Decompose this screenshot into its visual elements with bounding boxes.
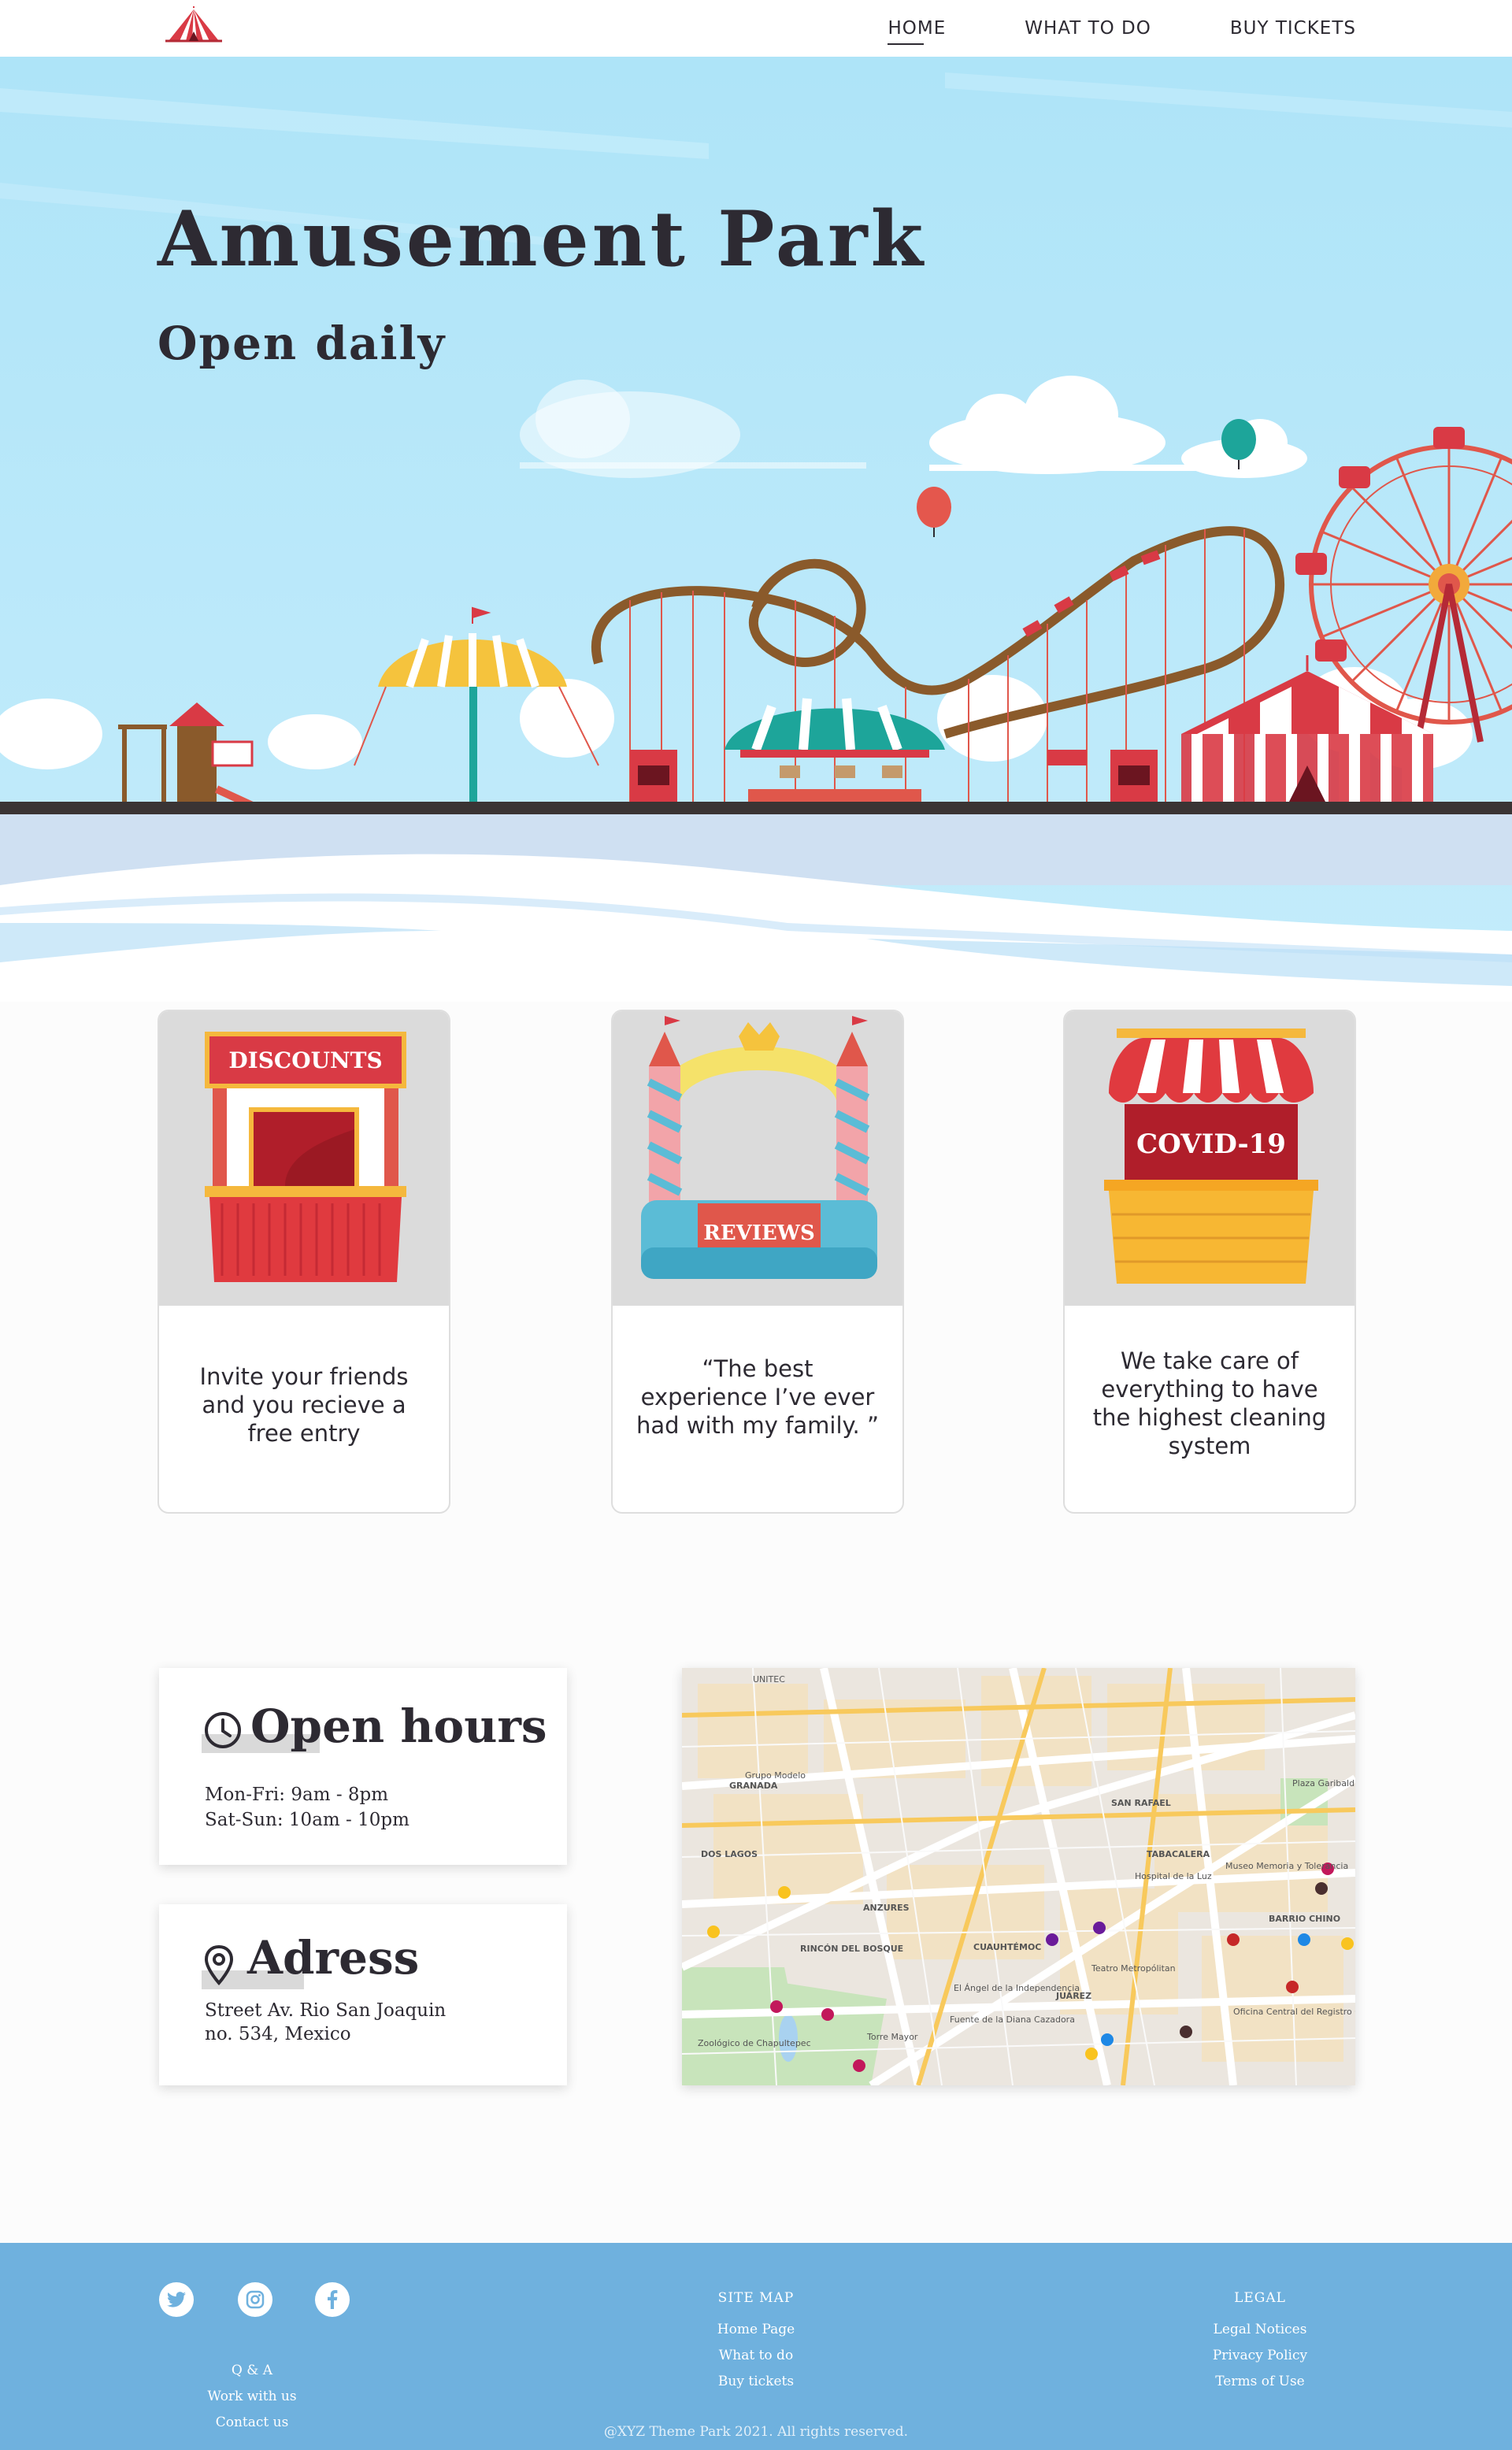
footer-col-legal: LEGAL Legal Notices Privacy Policy Terms… (1181, 2244, 1339, 2395)
discounts-sign: DISCOUNTS (228, 1047, 382, 1073)
discounts-text: Invite your friends and you recieve a fr… (199, 1363, 409, 1447)
hours-weekend: Sat-Sun: 10am - 10pm (205, 1810, 410, 1830)
sitemap-title: SITE MAP (717, 2290, 795, 2306)
nav-what-to-do[interactable]: WHAT TO DO (1025, 18, 1151, 39)
map-label: Teatro Metropólitan (1091, 1963, 1176, 1974)
location-map[interactable]: UNITEC Grupo Modelo GRANADA DOS LAGOS SA… (682, 1668, 1355, 2085)
map-label: Museo Memoria y Tolerancia (1225, 1861, 1348, 1871)
map-label: Grupo Modelo (745, 1770, 806, 1781)
open-hours-title: Open hours (250, 1699, 547, 1753)
hours-weekday: Mon-Fri: 9am - 8pm (205, 1785, 389, 1805)
map-label: SAN RAFAEL (1111, 1798, 1171, 1808)
hero-banner: Amusement Park Open daily (0, 57, 1512, 1002)
qa-link[interactable]: Q & A (173, 2358, 331, 2384)
what-to-do-link[interactable]: What to do (677, 2343, 835, 2369)
footer-col-sitemap: SITE MAP Home Page What to do Buy ticket… (677, 2244, 835, 2395)
map-label: Hospital de la Luz (1135, 1871, 1212, 1881)
reviews-card[interactable]: REVIEWS “The best experience I’ve ever h… (611, 1010, 904, 1514)
copyright: @XYZ Theme Park 2021. All rights reserve… (603, 2424, 909, 2440)
map-label: TABACALERA (1147, 1849, 1210, 1859)
legal-title: LEGAL (1234, 2290, 1286, 2306)
open-hours-box: Open hours Mon-Fri: 9am - 8pm Sat-Sun: 1… (159, 1668, 567, 1865)
work-with-us-link[interactable]: Work with us (173, 2384, 331, 2410)
clock-icon (205, 1712, 241, 1748)
top-nav: HOME WHAT TO DO BUY TICKETS (0, 0, 1512, 57)
discounts-card[interactable]: DISCOUNTS Invite your friends and you re… (158, 1010, 450, 1514)
nav-buy-tickets[interactable]: BUY TICKETS (1230, 18, 1356, 39)
hero-subtitle: Open daily (158, 317, 447, 370)
covid-card[interactable]: COVID-19 We take care of everything to h… (1063, 1010, 1356, 1514)
map-label: CUAUHTÉMOC (973, 1942, 1041, 1952)
map-label: GRANADA (729, 1781, 778, 1791)
map-label: ANZURES (863, 1903, 910, 1913)
privacy-policy-link[interactable]: Privacy Policy (1181, 2343, 1339, 2369)
map-label: Plaza Garibaldi (1292, 1778, 1355, 1788)
footer: Q & A Work with us Contact us SITE MAP H… (0, 2243, 1512, 2450)
discounts-booth-illustration: DISCOUNTS (159, 1011, 449, 1306)
map-label: DOS LAGOS (701, 1849, 758, 1859)
map-label: El Ángel de la Independencia (954, 1983, 1080, 1993)
terms-of-use-link[interactable]: Terms of Use (1181, 2369, 1339, 2395)
hero-title: Amusement Park (158, 195, 927, 284)
map-label: Torre Mayor (866, 2032, 918, 2042)
reviews-castle-illustration: REVIEWS (613, 1011, 902, 1306)
footer-col-contact: Q & A Work with us Contact us (173, 2285, 331, 2436)
buy-tickets-link[interactable]: Buy tickets (677, 2369, 835, 2395)
map-label: UNITEC (753, 1674, 785, 1685)
reviews-text: “The best experience I’ve ever had with … (636, 1355, 879, 1439)
address-line-1: Street Av. Rio San Joaquin (205, 2000, 447, 2021)
covid-text: We take care of everything to have the h… (1092, 1347, 1327, 1459)
location-pin-icon (204, 1944, 234, 1986)
covid-sign: COVID-19 (1136, 1129, 1286, 1160)
nav-links: HOME WHAT TO DO BUY TICKETS (888, 0, 1356, 57)
nav-home[interactable]: HOME (888, 18, 946, 45)
circus-tent-logo[interactable] (162, 6, 225, 47)
address-box: Adress Street Av. Rio San Joaquin no. 53… (159, 1904, 567, 2085)
map-label: Fuente de la Diana Cazadora (950, 2014, 1075, 2025)
address-line-2: no. 534, Mexico (205, 2024, 351, 2044)
map-label: Zoológico de Chapultepec (698, 2038, 811, 2048)
covid-stand-illustration: COVID-19 (1065, 1011, 1354, 1306)
map-label: RINCÓN DEL BOSQUE (800, 1944, 903, 1954)
reviews-sign: REVIEWS (703, 1221, 815, 1245)
map-label: BARRIO CHINO (1269, 1914, 1340, 1924)
legal-notices-link[interactable]: Legal Notices (1181, 2317, 1339, 2343)
home-page-link[interactable]: Home Page (677, 2317, 835, 2343)
address-title: Adress (247, 1931, 420, 1985)
map-label: Oficina Central del Registro Civil (1233, 2007, 1355, 2017)
